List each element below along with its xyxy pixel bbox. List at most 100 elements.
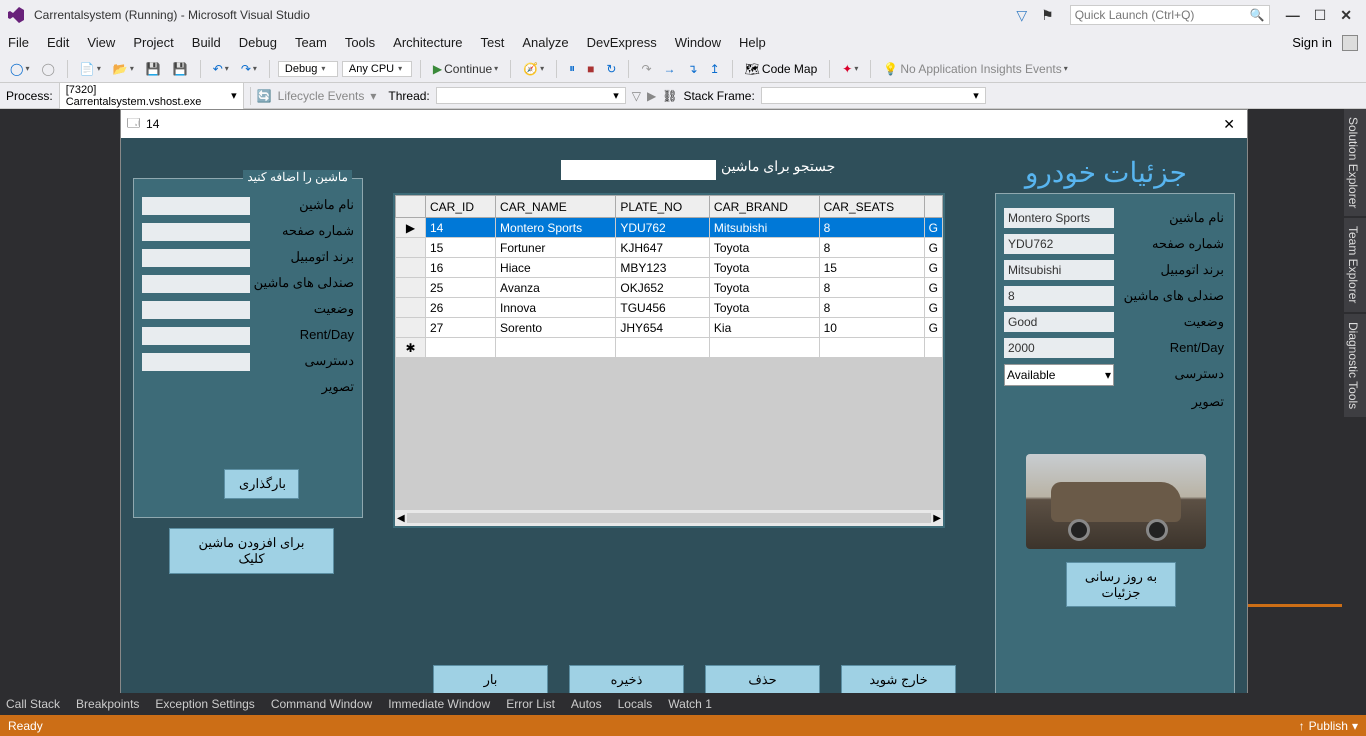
step-into-icon[interactable]: → (660, 60, 680, 78)
filter-threads-icon[interactable]: ▽ (632, 89, 641, 103)
side-tab-team[interactable]: Team Explorer (1344, 218, 1366, 311)
input-status[interactable] (142, 301, 250, 319)
publish-chevron-icon[interactable]: ▾ (1352, 719, 1358, 733)
menu-architecture[interactable]: Architecture (393, 35, 462, 50)
menu-build[interactable]: Build (192, 35, 221, 50)
input-access[interactable] (142, 353, 250, 371)
nav-back-icon[interactable]: ◯ ▾ (6, 60, 33, 78)
car-grid[interactable]: CAR_IDCAR_NAMEPLATE_NOCAR_BRANDCAR_SEATS… (393, 193, 945, 528)
input-rent[interactable] (142, 327, 250, 345)
grid-row[interactable]: 26InnovaTGU456Toyota8G (396, 298, 943, 318)
lbl-seats: صندلی های ماشین (254, 275, 354, 291)
input-name[interactable] (142, 197, 250, 215)
user-avatar[interactable] (1342, 35, 1358, 51)
save-all-icon[interactable]: 💾 (169, 60, 192, 78)
menu-debug[interactable]: Debug (239, 35, 277, 50)
exit-button[interactable]: خارج شوید (841, 665, 956, 695)
grid-row[interactable]: 15FortunerKJH647Toyota8G (396, 238, 943, 258)
dx-icon[interactable]: ✦▾ (838, 60, 862, 78)
process-dropdown[interactable]: [7320] Carrentalsystem.vshost.exe▾ (59, 82, 244, 110)
d-input-name[interactable] (1004, 208, 1114, 228)
redo-icon[interactable]: ↷▾ (237, 60, 261, 78)
grid-row[interactable]: 16HiaceMBY123Toyota15G (396, 258, 943, 278)
publish-button[interactable]: Publish (1309, 719, 1348, 733)
d-select-access[interactable]: Available▾ (1004, 364, 1114, 386)
stackframe-dropdown[interactable]: ▾ (761, 87, 986, 104)
save-button[interactable]: ذخیره (569, 665, 684, 695)
notify-icon[interactable]: ⚑ (1035, 5, 1060, 26)
close-button[interactable]: ✕ (1334, 5, 1358, 26)
input-seats[interactable] (142, 275, 250, 293)
stop-icon[interactable]: ■ (583, 60, 598, 78)
browser-icon[interactable]: 🧭▾ (519, 60, 548, 78)
menu-view[interactable]: View (87, 35, 115, 50)
thread-dropdown[interactable]: ▾ (436, 87, 626, 104)
flag-threads-icon[interactable]: ▶ (647, 89, 656, 103)
tab-breakpoints[interactable]: Breakpoints (76, 697, 139, 711)
lbl-plate: شماره صفحه (282, 223, 354, 239)
lifecycle-icon[interactable]: 🔄 (257, 89, 272, 103)
tab-locals[interactable]: Locals (618, 697, 653, 711)
codemap-button[interactable]: 🗺 Code Map (741, 60, 822, 78)
tab-exceptions[interactable]: Exception Settings (155, 697, 254, 711)
input-plate[interactable] (142, 223, 250, 241)
menu-edit[interactable]: Edit (47, 35, 69, 50)
new-project-icon[interactable]: 📄▾ (76, 60, 105, 78)
tab-command[interactable]: Command Window (271, 697, 372, 711)
pause-icon[interactable]: ⏸ (565, 59, 579, 78)
update-button[interactable]: به روز رسانی جزئيات (1066, 562, 1176, 607)
tab-errorlist[interactable]: Error List (506, 697, 555, 711)
menu-devexpress[interactable]: DevExpress (587, 35, 657, 50)
menu-team[interactable]: Team (295, 35, 327, 50)
restart-icon[interactable]: ↻ (602, 60, 620, 78)
tab-callstack[interactable]: Call Stack (6, 697, 60, 711)
search-input[interactable] (561, 160, 716, 180)
grid-new-row[interactable]: ✱ (396, 338, 943, 358)
tab-immediate[interactable]: Immediate Window (388, 697, 490, 711)
step-over-icon[interactable]: ↴ (684, 60, 702, 78)
maximize-button[interactable]: ☐ (1308, 5, 1333, 26)
d-input-rent[interactable] (1004, 338, 1114, 358)
continue-button[interactable]: ▶ Continue ▾ (429, 60, 502, 78)
minimize-button[interactable]: — (1280, 5, 1306, 25)
tab-autos[interactable]: Autos (571, 697, 602, 711)
input-brand[interactable] (142, 249, 250, 267)
publish-arrow-icon[interactable]: ↑ (1299, 719, 1305, 733)
save-icon[interactable]: 💾 (142, 60, 165, 78)
nav-fwd-icon[interactable]: ◯ (37, 60, 58, 78)
quick-launch[interactable]: Quick Launch (Ctrl+Q) 🔍 (1070, 5, 1270, 25)
d-input-plate[interactable] (1004, 234, 1114, 254)
add-car-button[interactable]: برای افزودن ماشین کلیک (169, 528, 334, 574)
filter-icon[interactable]: ▽ (1010, 5, 1033, 26)
open-icon[interactable]: 📂▾ (109, 60, 138, 78)
menu-help[interactable]: Help (739, 35, 766, 50)
delete-button[interactable]: حذف (705, 665, 820, 695)
platform-dropdown[interactable]: Any CPU▾ (342, 61, 412, 77)
d-input-status[interactable] (1004, 312, 1114, 332)
grid-row[interactable]: 25AvanzaOKJ652Toyota8G (396, 278, 943, 298)
insights-button[interactable]: 💡 No Application Insights Events ▾ (879, 60, 1071, 78)
menu-file[interactable]: File (8, 35, 29, 50)
freeze-icon[interactable]: ⛓ (662, 89, 677, 103)
tab-watch1[interactable]: Watch 1 (668, 697, 712, 711)
load-button[interactable]: بار (433, 665, 548, 695)
form-close-button[interactable]: ✕ (1217, 114, 1241, 135)
side-tab-diagnostic[interactable]: Diagnostic Tools (1344, 314, 1366, 417)
menu-test[interactable]: Test (481, 35, 505, 50)
step-show-icon[interactable]: ↷ (637, 60, 655, 78)
side-tab-solution[interactable]: Solution Explorer (1344, 109, 1366, 216)
menu-window[interactable]: Window (675, 35, 721, 50)
menu-analyze[interactable]: Analyze (522, 35, 568, 50)
sign-in-link[interactable]: Sign in (1292, 35, 1332, 50)
undo-icon[interactable]: ↶▾ (209, 60, 233, 78)
upload-button[interactable]: بارگذاری (224, 469, 299, 499)
menu-tools[interactable]: Tools (345, 35, 375, 50)
grid-row[interactable]: ▶14Montero SportsYDU762Mitsubishi8G (396, 218, 943, 238)
grid-hscroll[interactable]: ◀▶ (395, 510, 943, 526)
grid-row[interactable]: 27SorentoJHY654Kia10G (396, 318, 943, 338)
step-out-icon[interactable]: ↥ (706, 60, 724, 78)
d-input-brand[interactable] (1004, 260, 1114, 280)
d-input-seats[interactable] (1004, 286, 1114, 306)
menu-project[interactable]: Project (133, 35, 173, 50)
config-dropdown[interactable]: Debug▾ (278, 61, 338, 77)
